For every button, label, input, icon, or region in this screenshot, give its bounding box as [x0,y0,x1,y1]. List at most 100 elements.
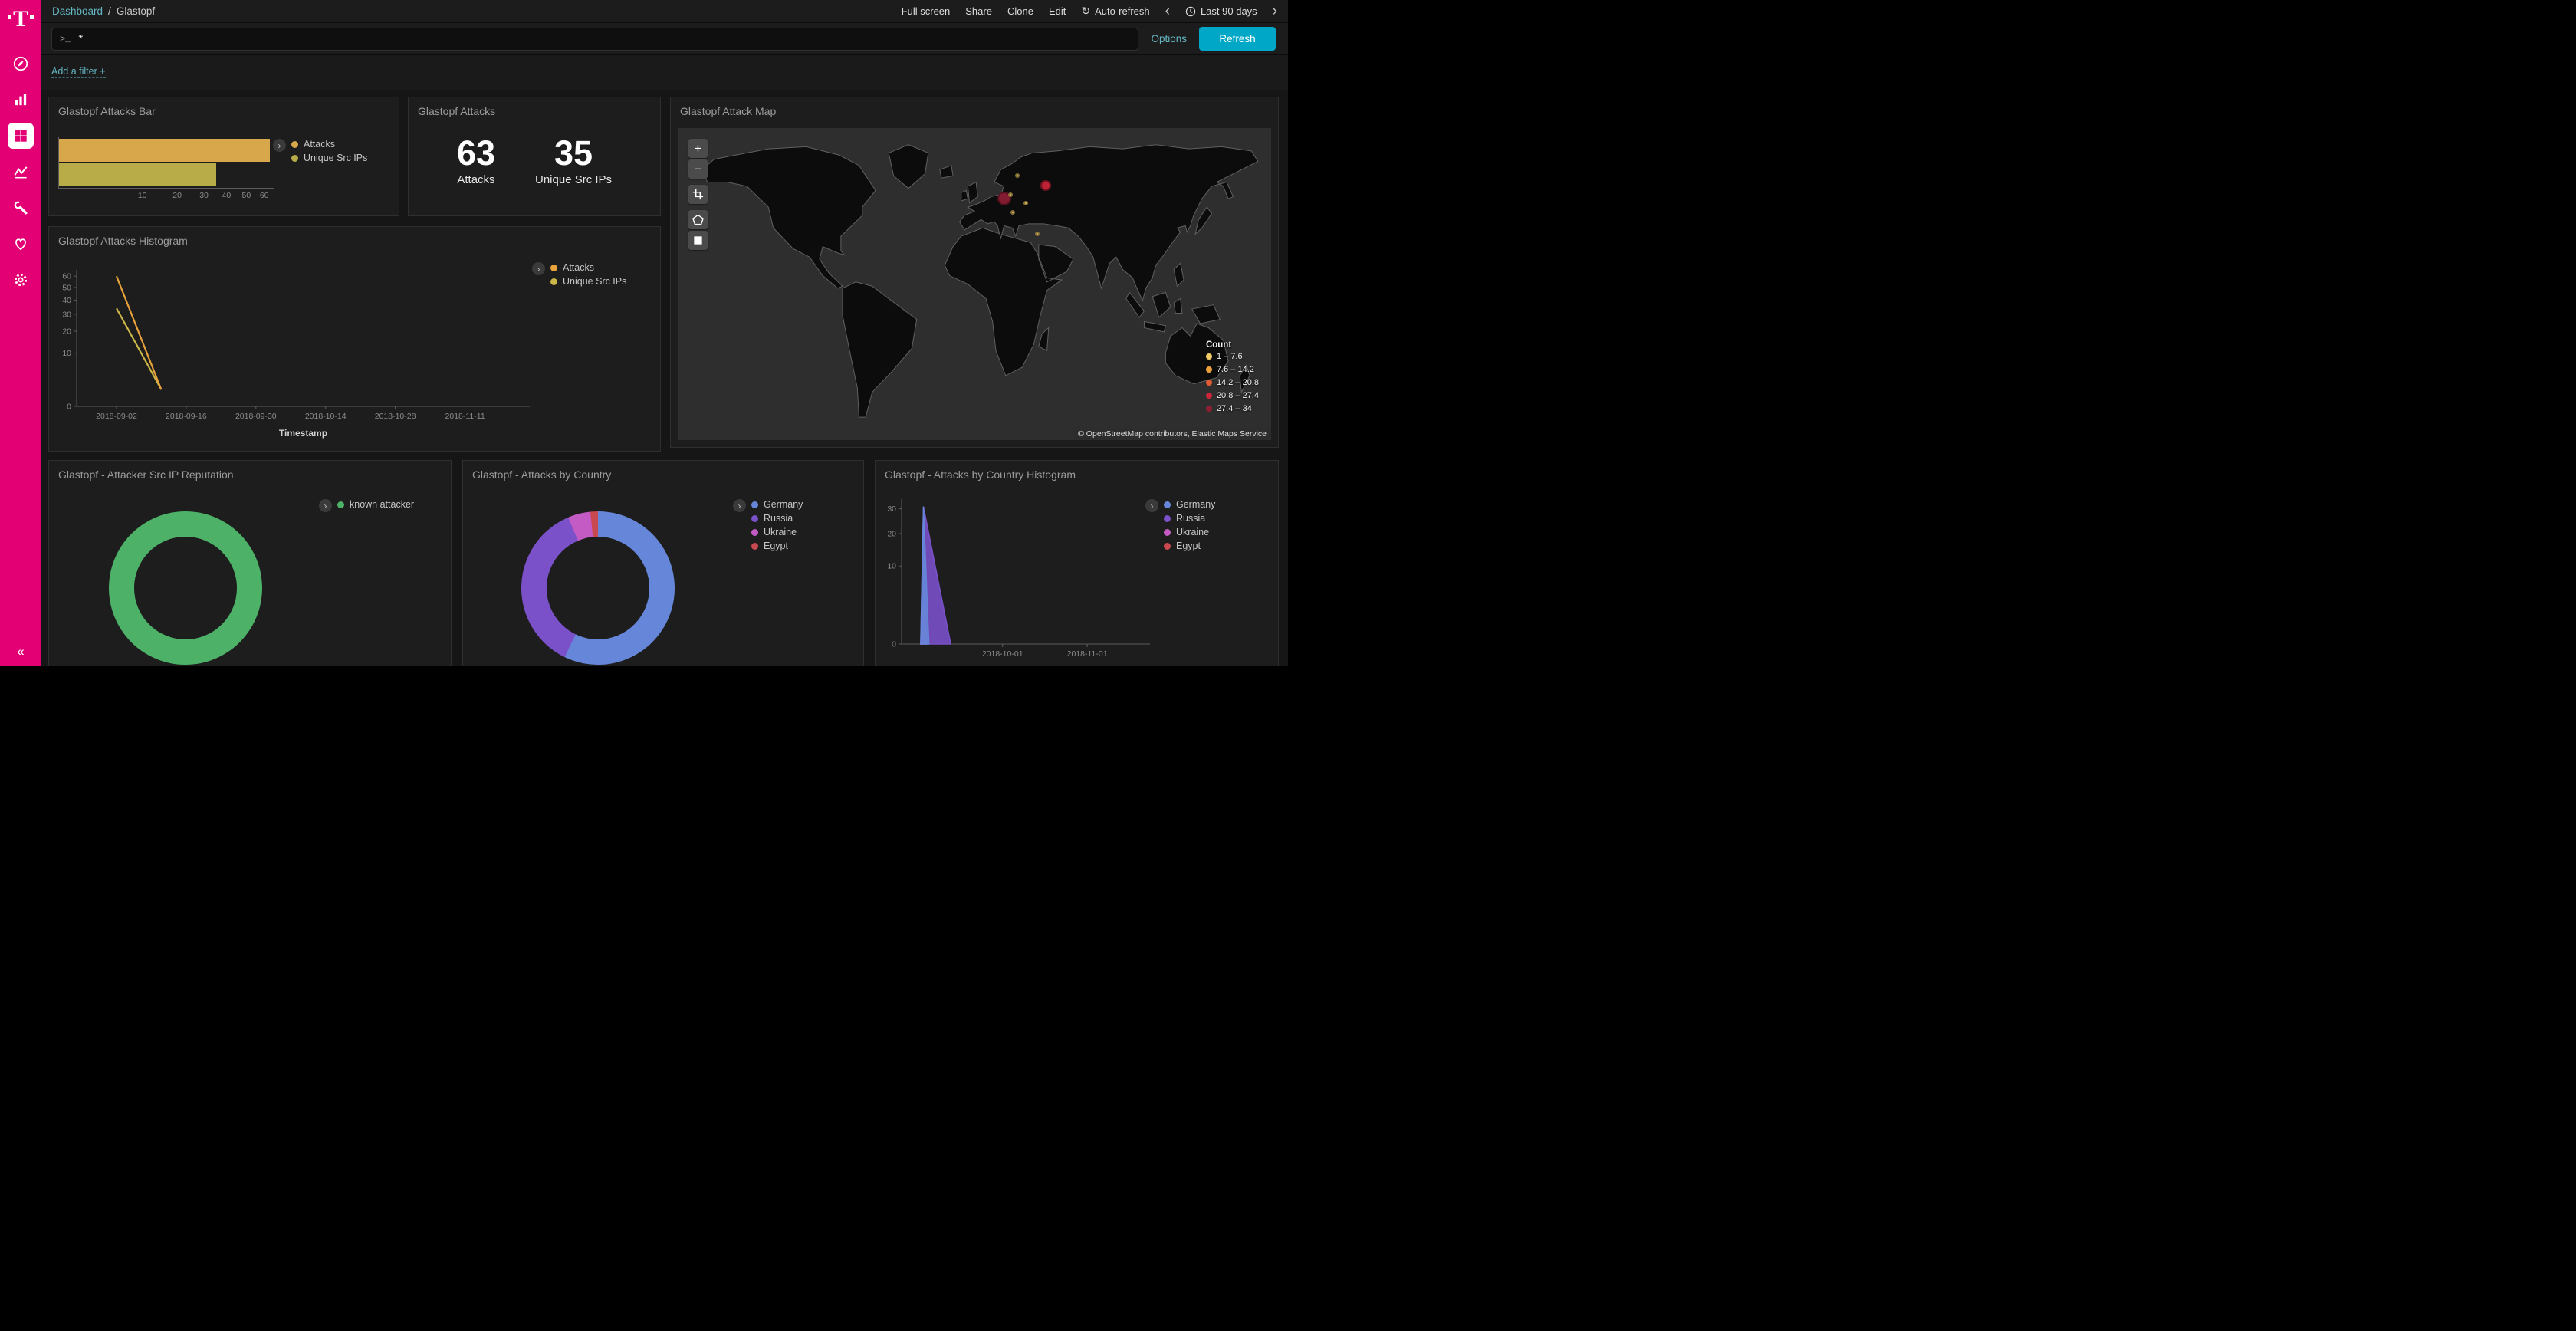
telekom-logo[interactable]: T [0,0,41,31]
legend-item-14-2-20-8[interactable]: 14.2 – 20.8 [1206,378,1259,387]
collapse-sidebar-button[interactable]: « [0,644,41,659]
donut-chart[interactable] [521,511,675,665]
legend-label: Russia [1176,513,1205,524]
svg-text:2018-10-28: 2018-10-28 [375,412,416,421]
legend-dot [1206,406,1212,412]
legend-label: 1 – 7.6 [1217,352,1243,361]
auto-refresh-button[interactable]: ↻ Auto-refresh [1081,5,1149,18]
sidebar-item-management[interactable] [8,267,34,293]
panel-title: Glastopf - Attacker Src IP Reputation [58,468,442,481]
world-map[interactable]: + − [678,128,1271,440]
svg-text:30: 30 [62,310,71,319]
svg-text:2018-09-30: 2018-09-30 [235,412,277,421]
draw-rectangle-button[interactable] [688,231,708,250]
legend-toggle-icon[interactable]: › [1145,499,1158,512]
legend-label: 27.4 – 34 [1217,404,1252,413]
svg-text:30: 30 [887,504,896,514]
legend-dot [550,265,557,271]
legend-item-attacks[interactable]: Attacks [550,262,626,273]
full-screen-button[interactable]: Full screen [902,5,951,17]
sidebar-item-timelion[interactable] [8,159,34,185]
legend-item-germany[interactable]: Germany [751,499,803,510]
legend-label: Egypt [1176,541,1201,551]
breadcrumb-dashboard-link[interactable]: Dashboard [52,5,103,17]
add-filter-label: Add a filter [51,66,97,77]
x-tick-label: 20 [172,191,182,200]
legend-item-7-6-14-2[interactable]: 7.6 – 14.2 [1206,365,1259,374]
attack-point[interactable] [1008,192,1013,197]
svg-text:2018-09-02: 2018-09-02 [96,412,137,421]
zoom-out-button[interactable]: − [688,159,708,179]
panel-title: Glastopf Attacks [418,105,651,117]
legend-label: Germany [764,499,803,510]
heartbeat-icon [12,235,29,252]
search-input[interactable] [78,32,1130,45]
legend-dot [751,543,758,550]
x-tick-label: 40 [222,191,232,200]
legend-toggle-icon[interactable]: › [532,262,545,275]
attack-point[interactable] [1035,232,1040,236]
panel-src-ip-reputation: Glastopf - Attacker Src IP Reputation › … [48,460,452,666]
legend-item-egypt[interactable]: Egypt [1164,541,1215,551]
legend-label: Unique Src IPs [304,153,367,163]
legend-item-known-attacker[interactable]: known attacker [337,499,414,510]
legend-item-ukraine[interactable]: Ukraine [1164,527,1215,537]
svg-text:2018-11-01: 2018-11-01 [1067,649,1108,659]
attack-point[interactable] [1040,180,1051,191]
sidebar-item-monitoring[interactable] [8,231,34,257]
sidebar-item-discover[interactable] [8,51,34,77]
metric-group: 63 Attacks 35 Unique Src IPs [418,136,651,186]
legend-item-unique-src-ips[interactable]: Unique Src IPs [550,276,626,287]
bar-attacks[interactable] [59,139,270,162]
refresh-button[interactable]: Refresh [1199,27,1276,51]
legend-item-russia[interactable]: Russia [1164,513,1215,524]
legend-item-russia[interactable]: Russia [751,513,803,524]
time-range-next-button[interactable]: › [1273,4,1277,18]
sidebar-item-dashboard[interactable] [8,123,34,149]
sidebar-item-visualize[interactable] [8,87,34,113]
legend-toggle-icon[interactable]: › [319,499,332,512]
attack-point[interactable] [1010,210,1015,215]
legend-toggle-icon[interactable]: › [273,139,286,152]
legend-item-ukraine[interactable]: Ukraine [751,527,803,537]
main-area: Dashboard / Glastopf Full screen Share C… [41,0,1288,666]
bar-unique-src-ips[interactable] [59,163,216,186]
breadcrumb-current: Glastopf [117,5,155,17]
time-range-button[interactable]: Last 90 days [1185,5,1257,17]
legend-item-27-4-34[interactable]: 27.4 – 34 [1206,404,1259,413]
legend-label: Unique Src IPs [563,276,626,287]
time-range-prev-button[interactable]: ‹ [1165,4,1170,18]
x-tick-label: 60 [260,191,269,200]
clone-button[interactable]: Clone [1007,5,1033,17]
kibana-dashboard-app: T [0,0,1288,666]
legend-toggle-icon[interactable]: › [733,499,746,512]
sidebar-item-devtools[interactable] [8,195,34,221]
legend-item-egypt[interactable]: Egypt [751,541,803,551]
edit-button[interactable]: Edit [1049,5,1066,17]
legend-item-germany[interactable]: Germany [1164,499,1215,510]
fit-data-bounds-button[interactable] [688,185,708,204]
legend: › Germany Russia Ukraine Egypt [1145,499,1215,551]
draw-polygon-button[interactable] [688,210,708,229]
query-options-link[interactable]: Options [1151,33,1187,44]
compass-icon [12,55,29,72]
legend-dot [1206,380,1212,386]
clock-icon [1185,6,1196,17]
time-range-label: Last 90 days [1201,5,1257,17]
share-button[interactable]: Share [965,5,992,17]
legend-item-1-7-6[interactable]: 1 – 7.6 [1206,352,1259,361]
add-filter-link[interactable]: Add a filter + [51,66,106,78]
attack-point[interactable] [1024,201,1028,205]
crop-icon [692,189,704,200]
legend: › Attacks Unique Src IPs [532,262,626,287]
legend-item-attacks[interactable]: Attacks [291,139,367,150]
attack-point[interactable] [1015,173,1020,178]
legend-label: 20.8 – 27.4 [1217,391,1259,400]
map-attribution[interactable]: © OpenStreetMap contributors, Elastic Ma… [1073,428,1271,440]
zoom-in-button[interactable]: + [688,139,708,158]
svg-text:50: 50 [62,284,71,293]
donut-chart[interactable] [109,511,262,665]
legend-item-20-8-27-4[interactable]: 20.8 – 27.4 [1206,391,1259,400]
x-tick-label: 30 [199,191,209,200]
legend-item-unique-src-ips[interactable]: Unique Src IPs [291,153,367,163]
